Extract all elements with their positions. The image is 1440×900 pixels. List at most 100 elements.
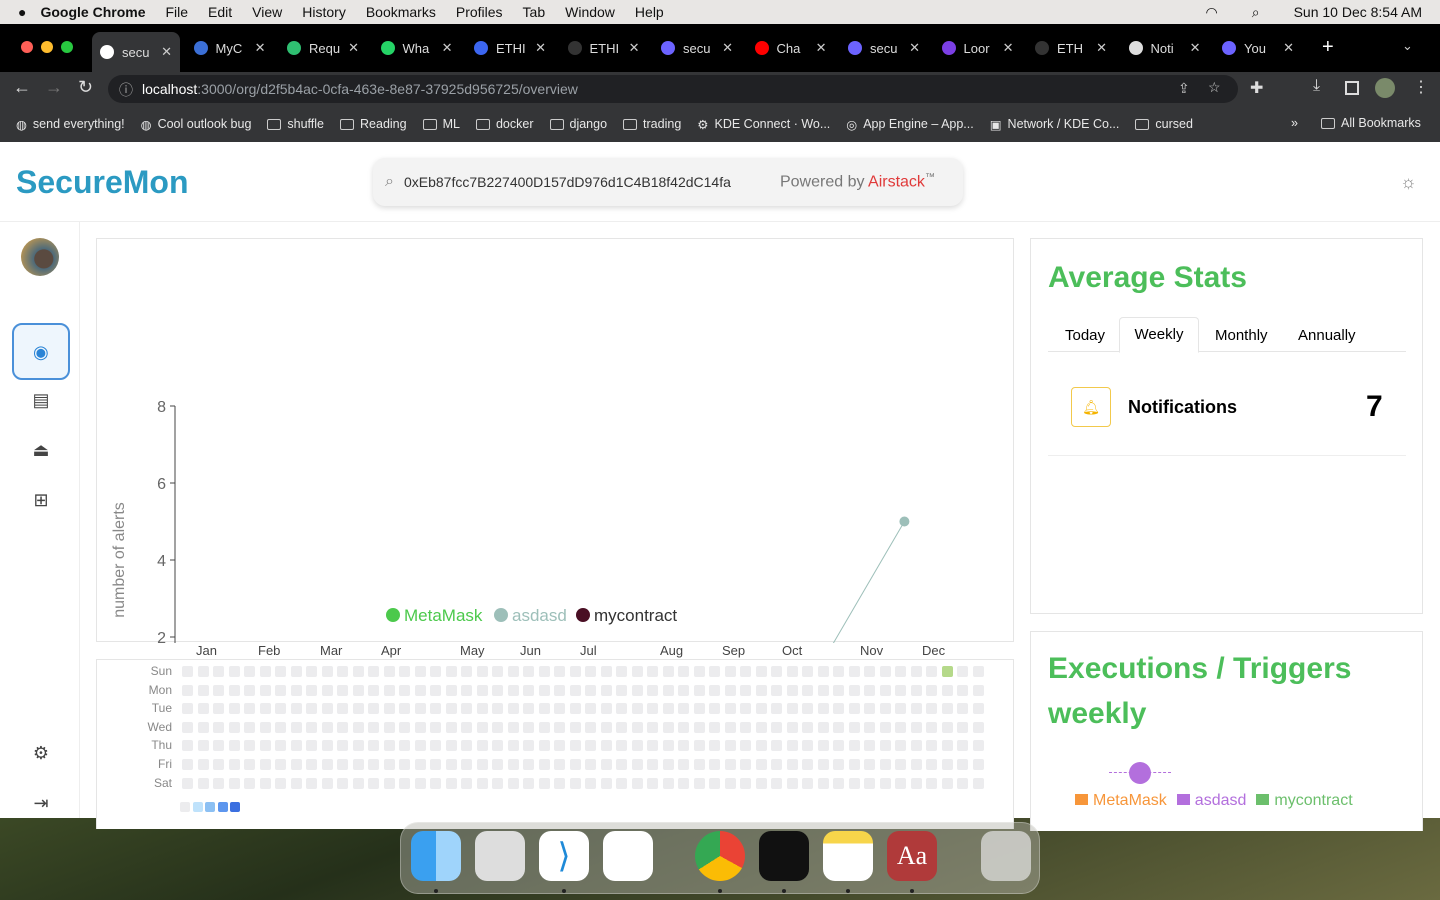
heatmap-cell[interactable] — [833, 684, 844, 696]
heatmap-cell[interactable] — [879, 759, 891, 770]
heatmap-cell[interactable] — [864, 759, 875, 770]
browser-tab[interactable]: Wha ✕ — [373, 34, 461, 62]
heatmap-cell[interactable] — [197, 740, 209, 752]
bookmark-item[interactable]: docker — [475, 117, 534, 132]
browser-tab[interactable]: secu ✕ — [92, 32, 180, 72]
heatmap-cell[interactable] — [802, 721, 813, 733]
menu-bookmarks[interactable]: Bookmarks — [366, 4, 436, 20]
heatmap-cell[interactable] — [833, 740, 844, 752]
heatmap-cell[interactable] — [430, 703, 441, 715]
tab-weekly[interactable]: Weekly — [1119, 317, 1199, 353]
heatmap-cell[interactable] — [755, 703, 767, 715]
heatmap-cell[interactable] — [864, 721, 875, 733]
tab-close-icon[interactable]: ✕ — [348, 40, 359, 56]
heatmap-cell[interactable] — [228, 703, 240, 715]
heatmap-cell[interactable] — [461, 666, 472, 677]
heatmap-cell[interactable] — [290, 777, 302, 789]
tab-close-icon[interactable]: ✕ — [722, 40, 733, 56]
heatmap-cell[interactable] — [926, 721, 937, 733]
heatmap-cell[interactable] — [941, 666, 953, 677]
heatmap-cell[interactable] — [910, 703, 922, 715]
heatmap-cell[interactable] — [523, 684, 534, 696]
heatmap-cell[interactable] — [817, 666, 829, 677]
heatmap-cell[interactable] — [507, 703, 519, 715]
tab-close-icon[interactable]: ✕ — [1190, 40, 1201, 56]
heatmap-cell[interactable] — [569, 684, 581, 696]
bookmark-item[interactable]: ◎ App Engine – App... — [846, 117, 973, 132]
heatmap-cell[interactable] — [662, 703, 674, 715]
heatmap-cell[interactable] — [445, 759, 457, 770]
heatmap-cell[interactable] — [786, 703, 798, 715]
browser-tab[interactable]: secu ✕ — [840, 34, 928, 62]
heatmap-cell[interactable] — [786, 759, 798, 770]
heatmap-cell[interactable] — [228, 666, 240, 677]
heatmap-cell[interactable] — [910, 759, 922, 770]
heatmap-cell[interactable] — [492, 703, 503, 715]
heatmap-cell[interactable] — [817, 759, 829, 770]
heatmap-cell[interactable] — [197, 684, 209, 696]
heatmap-cell[interactable] — [817, 703, 829, 715]
heatmap-cell[interactable] — [569, 777, 581, 789]
heatmap-cell[interactable] — [213, 703, 224, 715]
heatmap-cell[interactable] — [244, 684, 255, 696]
heatmap-cell[interactable] — [197, 777, 209, 789]
heatmap-cell[interactable] — [399, 759, 410, 770]
heatmap-cell[interactable] — [538, 777, 550, 789]
heatmap-cell[interactable] — [616, 759, 627, 770]
heatmap-cell[interactable] — [337, 666, 348, 677]
heatmap-cell[interactable] — [817, 777, 829, 789]
heatmap-cell[interactable] — [693, 777, 705, 789]
heatmap-cell[interactable] — [616, 777, 627, 789]
heatmap-cell[interactable] — [538, 666, 550, 677]
heatmap-cell[interactable] — [631, 721, 643, 733]
bookmark-item[interactable]: Reading — [340, 117, 407, 132]
heatmap-cell[interactable] — [678, 721, 689, 733]
heatmap-cell[interactable] — [647, 740, 658, 752]
vscode-icon[interactable]: ⟩ — [539, 831, 589, 881]
heatmap-cell[interactable] — [771, 759, 782, 770]
heatmap-cell[interactable] — [182, 703, 193, 715]
heatmap-cell[interactable] — [259, 740, 271, 752]
heatmap-cell[interactable] — [879, 777, 891, 789]
heatmap-cell[interactable] — [833, 777, 844, 789]
heatmap-cell[interactable] — [631, 759, 643, 770]
window-zoom-button[interactable] — [61, 41, 73, 53]
heatmap-cell[interactable] — [879, 684, 891, 696]
heatmap-cell[interactable] — [647, 666, 658, 677]
heatmap-cell[interactable] — [213, 759, 224, 770]
heatmap-cell[interactable] — [755, 777, 767, 789]
heatmap-cell[interactable] — [414, 721, 426, 733]
heatmap-cell[interactable] — [678, 759, 689, 770]
heatmap-cell[interactable] — [786, 740, 798, 752]
browser-tab[interactable]: Cha ✕ — [747, 34, 835, 62]
menu-profiles[interactable]: Profiles — [456, 4, 503, 20]
heatmap-cell[interactable] — [910, 666, 922, 677]
heatmap-cell[interactable] — [616, 721, 627, 733]
heatmap-cell[interactable] — [724, 721, 736, 733]
heatmap-cell[interactable] — [337, 740, 348, 752]
heatmap-cell[interactable] — [755, 684, 767, 696]
heatmap-cell[interactable] — [368, 684, 379, 696]
heatmap-cell[interactable] — [941, 759, 953, 770]
heatmap-cell[interactable] — [926, 777, 937, 789]
heatmap-cell[interactable] — [709, 759, 720, 770]
dictionary-icon[interactable]: Aa — [887, 831, 937, 881]
heatmap-cell[interactable] — [724, 684, 736, 696]
heatmap-cell[interactable] — [817, 740, 829, 752]
heatmap-cell[interactable] — [941, 684, 953, 696]
heatmap-cell[interactable] — [476, 684, 488, 696]
heatmap-cell[interactable] — [631, 666, 643, 677]
heatmap-cell[interactable] — [941, 740, 953, 752]
heatmap-cell[interactable] — [445, 740, 457, 752]
heatmap-cell[interactable] — [755, 740, 767, 752]
heatmap-cell[interactable] — [972, 684, 984, 696]
heatmap-cell[interactable] — [290, 740, 302, 752]
heatmap-cell[interactable] — [430, 740, 441, 752]
heatmap-cell[interactable] — [275, 759, 286, 770]
heatmap-cell[interactable] — [662, 759, 674, 770]
heatmap-cell[interactable] — [507, 740, 519, 752]
heatmap-cell[interactable] — [786, 721, 798, 733]
heatmap-cell[interactable] — [972, 759, 984, 770]
bookmark-star-icon[interactable]: ☆ — [1208, 79, 1221, 96]
heatmap-cell[interactable] — [538, 684, 550, 696]
